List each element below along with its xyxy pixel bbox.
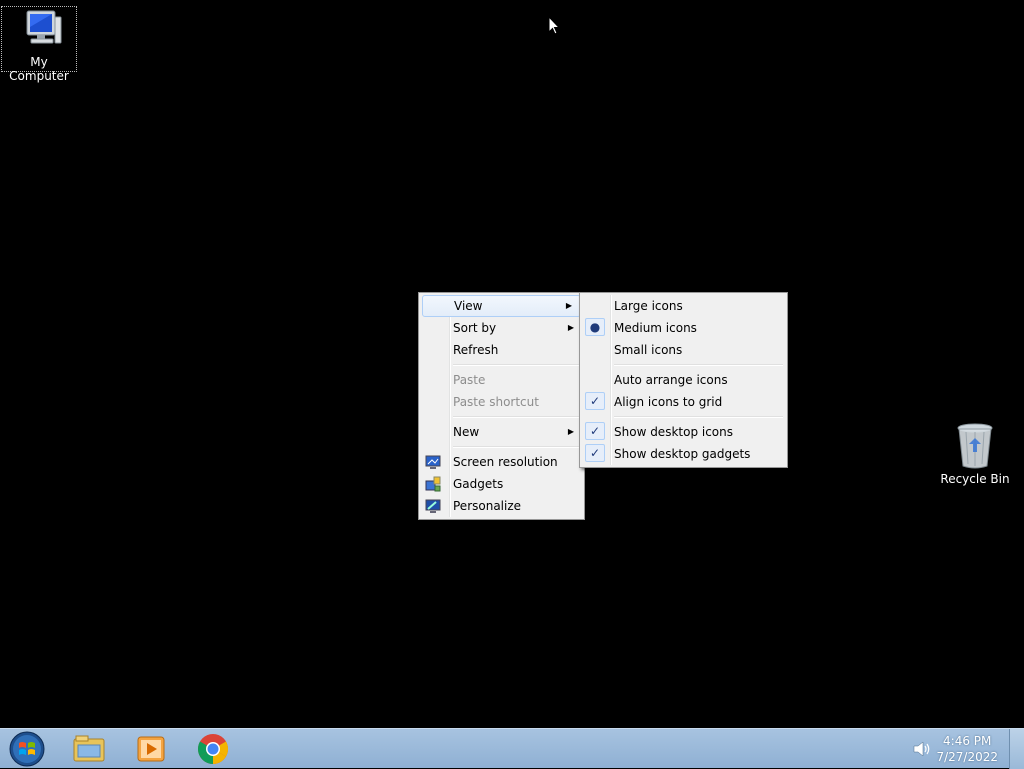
menu-item-align-to-grid-label: Align icons to grid [614,395,723,409]
menu-item-show-desktop-gadgets[interactable]: ✓ Show desktop gadgets [582,443,785,465]
recycle-bin-desktop-icon[interactable]: Recycle Bin [937,422,1013,486]
menu-item-paste[interactable]: Paste [421,369,582,391]
menu-separator [614,416,783,418]
menu-item-paste-shortcut[interactable]: Paste shortcut [421,391,582,413]
view-submenu: Large icons ● Medium icons Small icons A… [579,292,788,468]
show-desktop-button[interactable] [1009,729,1024,769]
chrome-icon[interactable] [186,731,240,767]
menu-separator [453,446,580,448]
menu-item-view[interactable]: View ▶ [422,295,581,317]
menu-item-show-desktop-icons-label: Show desktop icons [614,425,734,439]
submenu-arrow-icon: ▶ [567,427,574,436]
menu-item-gadgets-label: Gadgets [453,477,504,491]
menu-item-large-icons-label: Large icons [614,299,683,313]
menu-item-small-icons-label: Small icons [614,343,683,357]
menu-item-refresh-label: Refresh [453,343,499,357]
volume-icon[interactable] [912,740,932,758]
recycle-bin-label: Recycle Bin [940,472,1010,486]
radio-bullet-icon: ● [585,318,605,336]
taskbar: 4:46 PM 7/27/2022 [0,728,1024,769]
menu-item-auto-arrange[interactable]: Auto arrange icons [582,369,785,391]
start-orb-icon[interactable] [2,729,52,769]
computer-icon [26,10,62,44]
menu-item-refresh[interactable]: Refresh [421,339,582,361]
personalize-icon [425,499,441,513]
menu-item-new-label: New [453,425,480,439]
menu-item-sort-by[interactable]: Sort by ▶ [421,317,582,339]
checkmark-icon: ✓ [585,422,605,440]
menu-item-large-icons[interactable]: Large icons [582,295,785,317]
checkmark-icon: ✓ [585,392,605,410]
gadgets-icon [425,476,441,492]
menu-separator [453,416,580,418]
desktop-context-menu: View ▶ Sort by ▶ Refresh Paste Paste sho… [418,292,585,520]
menu-item-show-desktop-gadgets-label: Show desktop gadgets [614,447,751,461]
submenu-arrow-icon: ▶ [565,301,572,310]
clock-time: 4:46 PM [943,734,992,748]
checkmark-icon: ✓ [585,444,605,462]
my-computer-label: My Computer [9,55,69,83]
media-player-icon[interactable] [124,731,178,767]
menu-item-sort-by-label: Sort by [453,321,497,335]
menu-item-personalize[interactable]: Personalize [421,495,582,517]
menu-item-gadgets[interactable]: Gadgets [421,473,582,495]
submenu-arrow-icon: ▶ [567,323,574,332]
menu-item-view-label: View [454,299,483,313]
menu-item-paste-shortcut-label: Paste shortcut [453,395,539,409]
menu-item-paste-label: Paste [453,373,486,387]
menu-item-screen-resolution[interactable]: Screen resolution [421,451,582,473]
menu-separator [614,364,783,366]
clock-date: 7/27/2022 [936,750,998,764]
menu-separator [453,364,580,366]
menu-item-show-desktop-icons[interactable]: ✓ Show desktop icons [582,421,785,443]
windows-explorer-icon[interactable] [62,731,116,767]
menu-item-align-to-grid[interactable]: ✓ Align icons to grid [582,391,785,413]
mouse-cursor-icon [548,16,560,35]
screen-resolution-icon [425,455,441,469]
menu-item-medium-icons-label: Medium icons [614,321,697,335]
menu-item-personalize-label: Personalize [453,499,522,513]
menu-item-auto-arrange-label: Auto arrange icons [614,373,728,387]
recycle-bin-icon [957,423,993,469]
menu-item-medium-icons[interactable]: ● Medium icons [582,317,785,339]
menu-item-new[interactable]: New ▶ [421,421,582,443]
menu-item-screen-resolution-label: Screen resolution [453,455,558,469]
menu-item-small-icons[interactable]: Small icons [582,339,785,361]
system-clock[interactable]: 4:46 PM 7/27/2022 [936,733,998,765]
my-computer-desktop-icon[interactable]: My Computer [1,6,77,83]
